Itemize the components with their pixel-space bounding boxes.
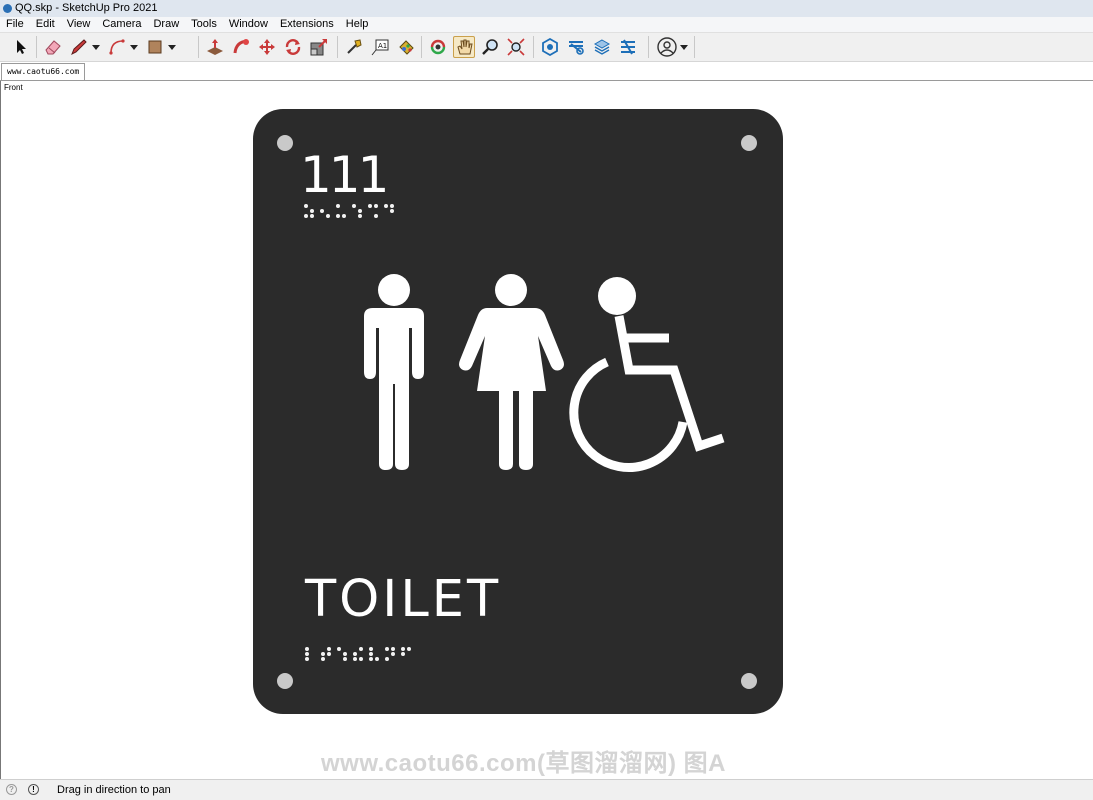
chevron-down-icon [92, 44, 100, 50]
menu-help[interactable]: Help [340, 17, 375, 32]
chevron-down-icon [168, 44, 176, 50]
screw-top-right [741, 135, 757, 151]
menu-edit[interactable]: Edit [30, 17, 61, 32]
rotate-tool-button[interactable] [282, 36, 304, 58]
wheelchair-pictogram [569, 277, 725, 472]
extension-manager-icon [621, 39, 635, 55]
zoom-extents-tool-button[interactable] [505, 36, 527, 58]
pan-tool-button[interactable] [453, 36, 475, 58]
screw-bottom-right [741, 673, 757, 689]
zoom-extents-icon [507, 38, 525, 56]
scale-tool-button[interactable] [308, 36, 330, 58]
menu-camera[interactable]: Camera [96, 17, 147, 32]
orbit-icon [430, 39, 446, 55]
svg-text:A1: A1 [378, 42, 387, 50]
line-tool-dropdown[interactable] [92, 36, 100, 58]
paint-bucket-tool-button[interactable] [395, 36, 417, 58]
tape-measure-tool-button[interactable] [343, 36, 365, 58]
braille-room-number [304, 204, 394, 218]
hand-icon [457, 39, 473, 55]
menu-bar: File Edit View Camera Draw Tools Window Extensi… [0, 17, 1093, 33]
status-message: Drag in direction to pan [57, 784, 171, 796]
scale-icon [310, 39, 327, 56]
man-pictogram [364, 274, 424, 470]
magnifier-icon [482, 39, 498, 55]
arrow-cursor-icon [17, 40, 26, 54]
info-icon[interactable]: ! [28, 784, 39, 795]
eraser-icon [45, 40, 61, 55]
arc-tool-button[interactable] [106, 36, 128, 58]
screw-top-left [277, 135, 293, 151]
title-bar: QQ.skp - SketchUp Pro 2021 [0, 0, 1093, 17]
pencil-icon [71, 39, 87, 56]
account-dropdown[interactable] [680, 36, 688, 58]
status-bar: ? ! Drag in direction to pan [0, 779, 1093, 800]
window-title: QQ.skp - SketchUp Pro 2021 [15, 2, 158, 14]
user-avatar-icon [657, 37, 677, 57]
scene-view-label: Front [4, 83, 23, 92]
push-pull-tool-button[interactable] [204, 36, 226, 58]
move-arrows-icon [259, 39, 275, 55]
room-number: 111 [300, 146, 389, 204]
shape-tool-dropdown[interactable] [168, 36, 176, 58]
shape-tool-button[interactable] [144, 36, 166, 58]
arc-icon [109, 39, 125, 55]
follow-me-icon [233, 39, 249, 54]
menu-extensions[interactable]: Extensions [274, 17, 340, 32]
woman-pictogram [459, 274, 564, 470]
document-tab[interactable]: www.caotu66.com [1, 63, 86, 80]
braille-room-label [305, 647, 411, 661]
sketchup-app-icon [3, 4, 12, 13]
toilet-sign-plate: 111 TOILET [253, 109, 783, 714]
eraser-tool-button[interactable] [42, 36, 64, 58]
paint-bucket-icon [399, 40, 414, 55]
extension-manager-button[interactable] [617, 36, 639, 58]
room-label-toilet: TOILET [305, 570, 502, 629]
text-label-icon: A1 [371, 39, 389, 56]
extension-warehouse-icon [569, 41, 584, 55]
select-tool-button[interactable] [10, 36, 32, 58]
chevron-down-icon [680, 44, 688, 50]
tape-measure-icon [347, 39, 362, 54]
drawing-viewport[interactable]: Front 111 TOILET www.caotu66.com(草图溜溜网) … [0, 81, 1093, 779]
orbit-tool-button[interactable] [427, 36, 449, 58]
menu-window[interactable]: Window [223, 17, 274, 32]
layers-icon [593, 39, 611, 55]
menu-draw[interactable]: Draw [147, 17, 185, 32]
3d-warehouse-button[interactable] [539, 36, 561, 58]
zoom-tool-button[interactable] [479, 36, 501, 58]
getting-started-toolbar: A1 [0, 33, 1093, 62]
text-tool-button[interactable]: A1 [369, 36, 391, 58]
extension-warehouse-button[interactable] [565, 36, 587, 58]
line-tool-button[interactable] [68, 36, 90, 58]
account-button[interactable] [656, 36, 678, 58]
rotate-icon [285, 39, 301, 55]
push-pull-icon [207, 39, 223, 55]
follow-me-tool-button[interactable] [230, 36, 252, 58]
restroom-pictograms [364, 274, 725, 472]
rectangle-icon [148, 40, 162, 54]
arc-tool-dropdown[interactable] [130, 36, 138, 58]
menu-file[interactable]: File [0, 17, 30, 32]
menu-view[interactable]: View [61, 17, 97, 32]
geo-location-icon[interactable]: ? [6, 784, 17, 795]
warehouse-icon [542, 38, 558, 56]
layout-button[interactable] [591, 36, 613, 58]
move-tool-button[interactable] [256, 36, 278, 58]
chevron-down-icon [130, 44, 138, 50]
watermark-text: www.caotu66.com(草图溜溜网) 图A [321, 750, 726, 777]
document-tab-bar: www.caotu66.com [0, 62, 1093, 81]
menu-tools[interactable]: Tools [185, 17, 223, 32]
screw-bottom-left [277, 673, 293, 689]
